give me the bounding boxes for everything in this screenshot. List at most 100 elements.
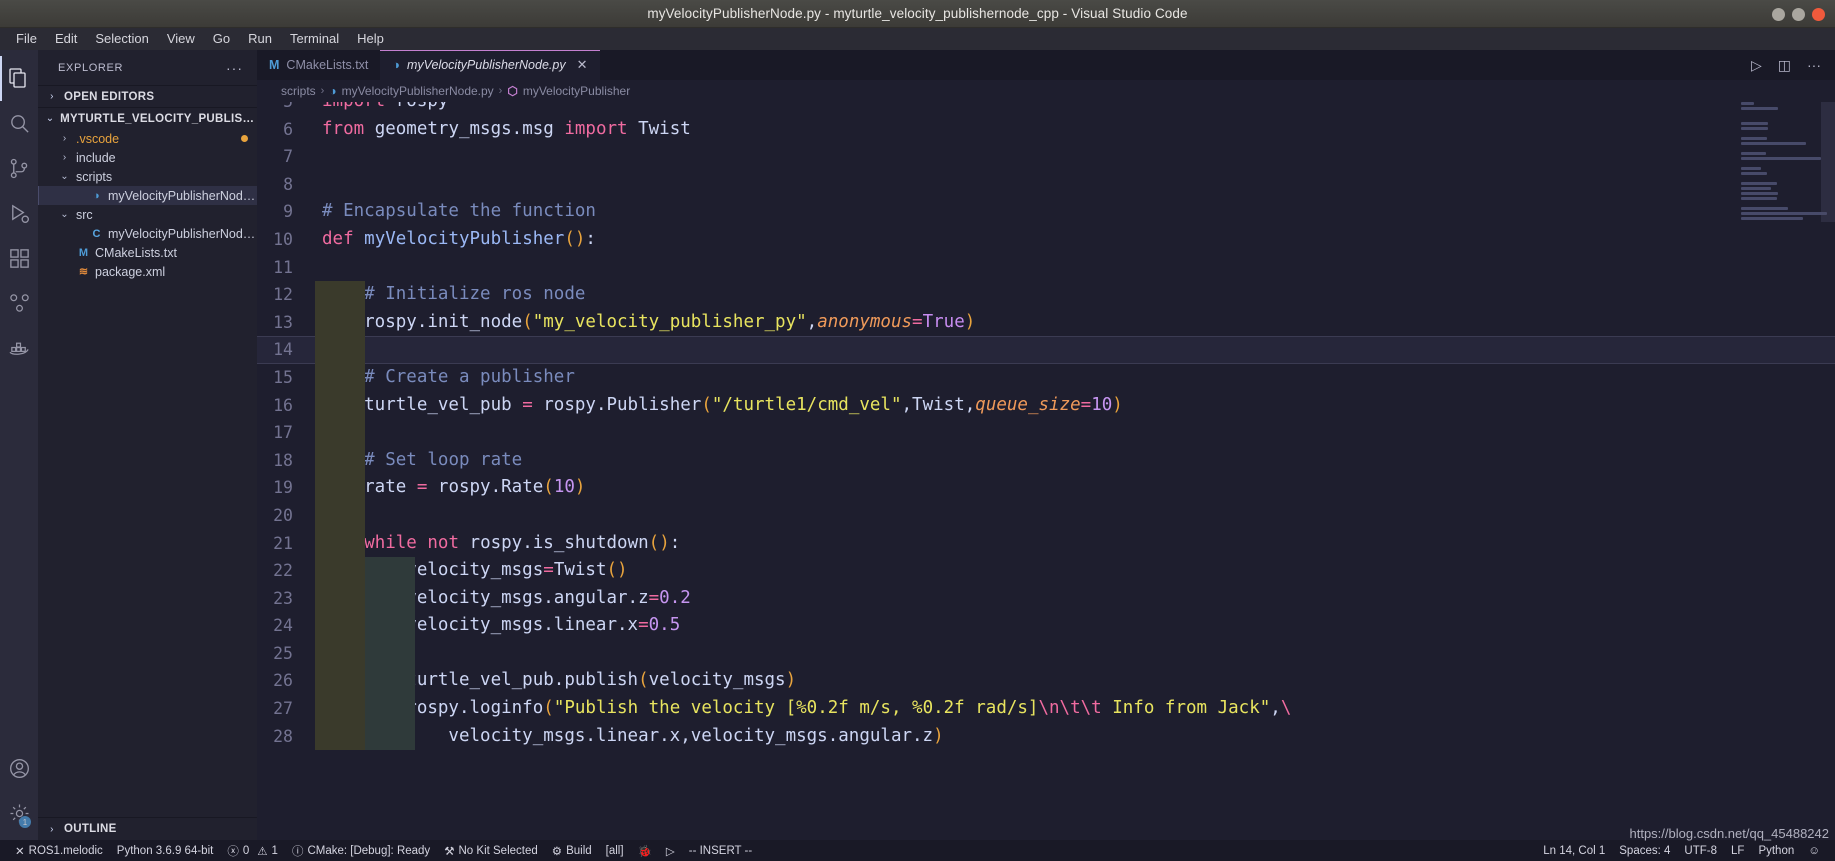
activity-docker[interactable] xyxy=(0,326,38,371)
close-icon[interactable] xyxy=(1812,7,1825,21)
status-problems[interactable]: ⓧ 0 ⚠ 1 xyxy=(220,840,285,861)
code-token: rospy.Rate xyxy=(427,477,544,498)
code-line[interactable]: 13 rospy.init_node("my_velocity_publishe… xyxy=(257,308,1835,337)
outline-header[interactable]: › OUTLINE xyxy=(38,818,257,840)
indent-guide xyxy=(365,722,415,751)
outline-section[interactable]: › OUTLINE xyxy=(38,817,257,840)
activity-settings[interactable]: 1 xyxy=(0,791,38,836)
menu-run[interactable]: Run xyxy=(240,29,280,49)
status-cmake-build[interactable]: ⚙ Build xyxy=(545,840,599,861)
more-actions-icon[interactable]: ··· xyxy=(1807,57,1821,73)
code-line[interactable]: 11 xyxy=(257,254,1835,282)
status-ros-status[interactable]: ✕ ROS1.melodic xyxy=(8,840,110,861)
sidebar-section-workspace[interactable]: ⌄ MYTURTLE_VELOCITY_PUBLISHERNODE_... xyxy=(38,107,257,129)
minimap[interactable] xyxy=(1741,102,1827,840)
status-cmake-status[interactable]: ⓘ CMake: [Debug]: Ready xyxy=(285,840,437,861)
code-token: () xyxy=(564,228,586,249)
line-number: 24 xyxy=(273,616,293,636)
minimap-line xyxy=(1741,107,1778,110)
tree-folder[interactable]: › include xyxy=(38,148,257,167)
editor-tab[interactable]: M CMakeLists.txt xyxy=(257,50,381,80)
tree-file[interactable]: M CMakeLists.txt xyxy=(38,243,257,262)
line-number: 5 xyxy=(257,102,315,116)
status-cmake-run[interactable]: ▷ xyxy=(659,840,682,861)
explorer-more-icon[interactable]: ··· xyxy=(226,60,243,76)
code-line[interactable]: 6 from geometry_msgs.msg import Twist xyxy=(257,116,1835,144)
code-line[interactable]: 28 velocity_msgs.linear.x,velocity_msgs.… xyxy=(257,722,1835,751)
status-python-interpreter[interactable]: Python 3.6.9 64-bit xyxy=(110,840,221,861)
code-line[interactable]: 18 # Set loop rate xyxy=(257,446,1835,475)
menu-go[interactable]: Go xyxy=(205,29,238,49)
indent-guide xyxy=(315,557,365,585)
code-editor[interactable]: 5import rospy6from geometry_msgs.msg imp… xyxy=(257,102,1835,840)
close-tab-icon[interactable]: ✕ xyxy=(577,57,588,73)
menu-selection[interactable]: Selection xyxy=(87,29,156,49)
code-line[interactable]: 14 xyxy=(257,336,1835,364)
tree-file[interactable]: ◑ myVelocityPublisherNode.py xyxy=(38,186,257,205)
tree-folder[interactable]: ⌄ src xyxy=(38,205,257,224)
code-line[interactable]: 12 # Initialize ros node xyxy=(257,281,1835,309)
tree-file[interactable]: ≋ package.xml xyxy=(38,262,257,281)
menu-edit[interactable]: Edit xyxy=(47,29,85,49)
code-line[interactable]: 16 turtle_vel_pub = rospy.Publisher("/tu… xyxy=(257,391,1835,420)
status-indentation[interactable]: Spaces: 4 xyxy=(1612,840,1677,861)
code-token: = xyxy=(416,477,428,498)
status-language-mode[interactable]: Python xyxy=(1751,840,1801,861)
code-line[interactable]: 15 # Create a publisher xyxy=(257,363,1835,392)
editor-toolbar: ▷ ◫ ··· xyxy=(1751,50,1835,80)
breadcrumb-item[interactable]: ◑ myVelocityPublisherNode.py xyxy=(329,84,493,98)
maximize-icon[interactable] xyxy=(1792,7,1805,21)
activity-extensions[interactable] xyxy=(0,236,38,281)
activity-explorer[interactable] xyxy=(0,56,38,101)
activity-ros[interactable] xyxy=(0,281,38,326)
code-line[interactable]: 8 xyxy=(257,171,1835,199)
tree-item-label: myVelocityPublisherNode.cpp xyxy=(108,226,257,241)
status-cursor-position[interactable]: Ln 14, Col 1 xyxy=(1536,840,1612,861)
breadcrumb-item[interactable]: scripts xyxy=(281,84,316,98)
status-feedback[interactable]: ☺ xyxy=(1801,840,1827,861)
status-cmake-target[interactable]: [all] xyxy=(599,840,631,861)
tree-folder[interactable]: ⌄ scripts xyxy=(38,167,257,186)
activity-run-and-debug[interactable] xyxy=(0,191,38,236)
minimize-icon[interactable] xyxy=(1772,7,1785,21)
code-line[interactable]: 9 # Encapsulate the function xyxy=(257,198,1835,226)
menu-file[interactable]: File xyxy=(8,29,45,49)
editor-tab[interactable]: ◑ myVelocityPublisherNode.py ✕ xyxy=(380,50,600,80)
menu-terminal[interactable]: Terminal xyxy=(282,29,347,49)
code-line[interactable]: 27 rospy.loginfo("Publish the velocity [… xyxy=(257,695,1835,723)
code-line[interactable]: 23 velocity_msgs.angular.z=0.2 xyxy=(257,584,1835,613)
status-cmake-kit[interactable]: ⚒ No Kit Selected xyxy=(437,840,545,861)
code-line[interactable]: 10 def myVelocityPublisher(): xyxy=(257,226,1835,254)
code-line[interactable]: 19 rate = rospy.Rate(10) xyxy=(257,474,1835,502)
breadcrumb-item[interactable]: ⬡ myVelocityPublisher xyxy=(507,84,630,98)
code-line[interactable]: 7 xyxy=(257,143,1835,171)
menu-view[interactable]: View xyxy=(159,29,203,49)
sidebar-section-open-editors[interactable]: › OPEN EDITORS xyxy=(38,85,257,107)
run-python-file-icon[interactable]: ▷ xyxy=(1751,57,1762,74)
code-line[interactable]: 25 xyxy=(257,639,1835,668)
status-encoding[interactable]: UTF-8 xyxy=(1677,840,1724,861)
status-vim-mode[interactable]: -- INSERT -- xyxy=(682,840,759,861)
split-editor-icon[interactable]: ◫ xyxy=(1778,57,1791,74)
code-lines[interactable]: 5import rospy6from geometry_msgs.msg imp… xyxy=(257,102,1835,840)
status-eol[interactable]: LF xyxy=(1724,840,1751,861)
code-line[interactable]: 17 xyxy=(257,419,1835,447)
app-body: 1 EXPLORER ··· › OPEN EDITORS ⌄ MYTURTLE_VE… xyxy=(0,50,1835,840)
line-number: 7 xyxy=(283,147,293,167)
status-cmake-debug[interactable]: 🐞 xyxy=(631,840,659,861)
code-line[interactable]: 26 turtle_vel_pub.publish(velocity_msgs) xyxy=(257,667,1835,696)
editor-scrollbar[interactable] xyxy=(1821,102,1835,222)
activity-accounts[interactable] xyxy=(0,746,38,791)
activity-source-control[interactable] xyxy=(0,146,38,191)
code-line[interactable]: 21 while not rospy.is_shutdown(): xyxy=(257,529,1835,558)
code-line[interactable]: 24 velocity_msgs.linear.x=0.5 xyxy=(257,612,1835,640)
code-token: Info from Jack" xyxy=(1101,698,1271,719)
code-line[interactable]: 5import rospy xyxy=(257,102,1835,116)
tree-folder[interactable]: › .vscode xyxy=(38,129,257,148)
menu-help[interactable]: Help xyxy=(349,29,392,49)
tree-file[interactable]: CmyVelocityPublisherNode.cpp xyxy=(38,224,257,243)
activity-search[interactable] xyxy=(0,101,38,146)
code-line[interactable]: 22 velocity_msgs=Twist() xyxy=(257,557,1835,585)
code-line[interactable]: 20 xyxy=(257,501,1835,530)
